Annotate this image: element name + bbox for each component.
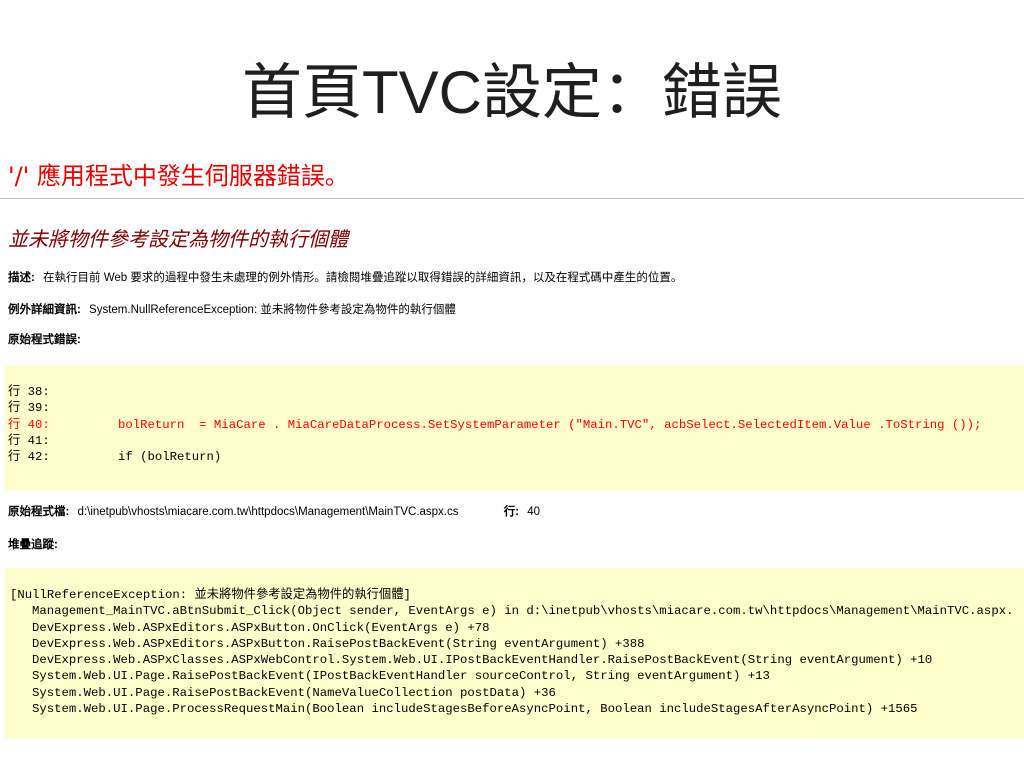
stack-trace-frame: DevExpress.Web.ASPxEditors.ASPxButton.Ra…	[32, 636, 645, 651]
source-line-code: if (bolReturn)	[118, 450, 222, 465]
error-message: 並未將物件參考設定為物件的執行個體	[8, 227, 348, 251]
source-line-error: 行 40: bolReturn = MiaCare . MiaCareDataPr…	[8, 417, 1024, 433]
source-file-row: 原始程式檔: d:\inetpub\vhosts\miacare.com.tw\…	[8, 504, 540, 520]
stack-trace-frame: System.Web.UI.Page.RaisePostBackEvent(IP…	[32, 669, 770, 684]
source-line-number: 行 40:	[8, 417, 50, 432]
description-row: 描述: 在執行目前 Web 要求的過程中發生未處理的例外情形。請檢閱堆疊追蹤以取…	[8, 270, 682, 286]
error-heading: '/' 應用程式中發生伺服器錯誤。	[8, 162, 349, 190]
source-line-number: 行 39:	[8, 401, 50, 416]
source-error-row: 原始程式錯誤:	[8, 332, 81, 348]
exception-details-text: System.NullReferenceException: 並未將物件參考設定…	[89, 304, 456, 316]
description-label: 描述:	[8, 272, 35, 284]
stack-trace-frame: DevExpress.Web.ASPxEditors.ASPxButton.On…	[32, 620, 490, 635]
source-line: 行 39:	[8, 400, 1024, 416]
stack-trace-frame: System.Web.UI.Page.RaisePostBackEvent(Na…	[32, 685, 556, 700]
source-file-label: 原始程式檔:	[8, 506, 70, 518]
exception-details-row: 例外詳細資訊: System.NullReferenceException: 並…	[8, 302, 456, 318]
line-number: 40	[527, 506, 541, 518]
source-line-number: 行 38:	[8, 385, 50, 399]
stack-trace-panel: [NullReferenceException: 並未將物件參考設定為物件的執行…	[5, 568, 1024, 738]
source-line-number: 行 42:	[8, 450, 50, 465]
slide: 首頁TVC設定：錯誤 '/' 應用程式中發生伺服器錯誤。 並未將物件參考設定為物…	[0, 0, 1024, 768]
source-file-line: 行: 40	[504, 506, 540, 518]
stack-trace-label: 堆疊追蹤:	[8, 539, 58, 551]
error-page: '/' 應用程式中發生伺服器錯誤。 並未將物件參考設定為物件的執行個體 描述: …	[0, 0, 1024, 768]
source-file-path: d:\inetpub\vhosts\miacare.com.tw\httpdoc…	[77, 506, 459, 518]
stack-trace-exception: [NullReferenceException: 並未將物件參考設定為物件的執行…	[10, 588, 411, 602]
source-line: 行 42: if (bolReturn)	[8, 449, 1024, 465]
description-text: 在執行目前 Web 要求的過程中發生未處理的例外情形。請檢閱堆疊追蹤以取得錯誤的…	[43, 272, 683, 284]
stack-trace-row: 堆疊追蹤:	[8, 537, 58, 553]
source-line-number: 行 41:	[8, 433, 50, 448]
source-error-label: 原始程式錯誤:	[8, 334, 81, 346]
stack-trace-frame: DevExpress.Web.ASPxClasses.ASPxWebContro…	[32, 653, 933, 668]
source-line-code: bolReturn = MiaCare . MiaCareDataProcess…	[118, 417, 982, 432]
stack-trace-frame: Management_MainTVC.aBtnSubmit_Click(Obje…	[32, 604, 1014, 619]
stack-trace-frame: System.Web.UI.Page.ProcessRequestMain(Bo…	[32, 702, 918, 717]
exception-details-label: 例外詳細資訊:	[8, 304, 81, 316]
line-label: 行:	[503, 506, 520, 518]
source-line: 行 38:	[8, 384, 1024, 400]
source-error-panel: 行 38: 行 39: 行 40: bolReturn = MiaCare . M…	[5, 365, 1024, 490]
source-line: 行 41:	[8, 433, 1024, 449]
heading-divider	[0, 198, 1024, 199]
